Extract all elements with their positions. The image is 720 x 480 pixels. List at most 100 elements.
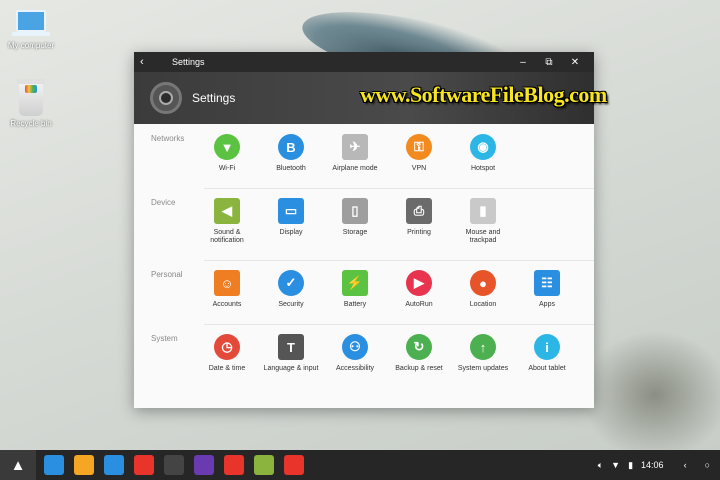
mail-icon[interactable] [104,455,124,475]
section-divider [204,188,594,189]
setting-sound[interactable]: ◀ Sound & notification [196,198,258,245]
setting-label: Battery [343,301,367,308]
setting-label: VPN [411,165,427,172]
video-icon[interactable] [194,455,214,475]
location-icon: ● [470,270,496,296]
setting-mouse[interactable]: ▮ Mouse and trackpad [452,198,514,245]
volume-icon[interactable]: 🔈︎ [598,460,603,471]
setting-battery[interactable]: ⚡ Battery [324,270,386,309]
section-label: Personal [151,270,183,279]
setting-wifi[interactable]: ▼ Wi-Fi [196,134,258,173]
clock-icon: ◷ [214,334,240,360]
setting-label: Wi-Fi [218,165,236,172]
search-app-icon[interactable] [254,455,274,475]
files-icon[interactable] [74,455,94,475]
setting-label: Security [278,301,304,308]
desktop-icon-my-computer[interactable]: My computer [0,10,66,50]
taskbar-apps [36,455,304,475]
section-divider [204,260,594,261]
minimize-icon[interactable]: – [510,57,536,68]
wallpaper-branch [580,330,720,460]
maximize-icon[interactable]: ⧉ [536,57,562,68]
desktop-icon-label: Recycle bin [10,119,52,128]
printer-icon: ⎙ [406,198,432,224]
office-icon[interactable] [134,455,154,475]
screenshot-icon[interactable] [284,455,304,475]
setting-label: Location [469,301,497,308]
setting-label: Accessibility [335,365,375,372]
security-icon: ✓ [278,270,304,296]
setting-accessibility[interactable]: ⚇ Accessibility [324,334,386,373]
setting-label: Airplane mode [332,165,378,172]
setting-security[interactable]: ✓ Security [260,270,322,309]
recycle-bin-icon [17,79,45,116]
vpn-icon: ⚿ [406,134,432,160]
accessibility-icon: ⚇ [342,334,368,360]
hotspot-icon: ◉ [470,134,496,160]
setting-display[interactable]: ▭ Display [260,198,322,237]
clock[interactable]: 14:06 [641,460,664,470]
mouse-icon: ▮ [470,198,496,224]
setting-label: Storage [342,229,368,236]
language-icon: T [278,334,304,360]
setting-update[interactable]: ↑ System updates [452,334,514,373]
setting-location[interactable]: ● Location [452,270,514,309]
setting-language[interactable]: T Language & input [260,334,322,373]
settings-gear-icon [150,82,182,114]
window-titlebar: ‹ Settings – ⧉ ✕ [134,52,594,72]
setting-label: Apps [539,301,555,308]
storage-icon: ▯ [342,198,368,224]
autorun-icon: ▶ [406,270,432,296]
desktop-icon-label: My computer [7,41,55,50]
accounts-icon: ☺ [214,270,240,296]
header-title: Settings [192,91,236,105]
battery-icon: ⚡ [342,270,368,296]
section-label: Networks [151,134,185,143]
setting-info[interactable]: i About tablet [516,334,578,373]
browser-icon[interactable] [44,455,64,475]
back-nav-icon[interactable]: ‹ [684,460,687,470]
system-tray: 🔈︎ ▼ ▮ 14:06 ‹ ○ [594,450,720,480]
bluetooth-icon: B [278,134,304,160]
setting-hotspot[interactable]: ◉ Hotspot [452,134,514,173]
desktop-icon-recycle-bin[interactable]: Recycle bin [0,79,66,128]
wifi-status-icon[interactable]: ▼ [611,460,620,470]
display-icon: ▭ [278,198,304,224]
pdf-icon[interactable] [224,455,244,475]
setting-vpn[interactable]: ⚿ VPN [388,134,450,173]
setting-airplane[interactable]: ✈ Airplane mode [324,134,386,173]
taskbar: ▲ 🔈︎ ▼ ▮ 14:06 ‹ ○ [0,450,720,480]
setting-label: Hotspot [470,165,496,172]
sound-icon: ◀ [214,198,240,224]
setting-clock[interactable]: ◷ Date & time [196,334,258,373]
start-button[interactable]: ▲ [0,450,36,480]
setting-apps[interactable]: ☷ Apps [516,270,578,309]
setting-backup[interactable]: ↻ Backup & reset [388,334,450,373]
home-nav-icon[interactable]: ○ [705,460,710,470]
section-label: Device [151,198,176,207]
info-icon: i [534,334,560,360]
wifi-icon: ▼ [214,134,240,160]
setting-printer[interactable]: ⎙ Printing [388,198,450,237]
back-icon[interactable]: ‹ [140,56,158,68]
start-logo-icon: ▲ [10,456,26,474]
setting-autorun[interactable]: ▶ AutoRun [388,270,450,309]
setting-label: Sound & notification [210,229,244,244]
settings-icon[interactable] [164,455,184,475]
setting-label: Mouse and trackpad [465,229,501,244]
window-title: Settings [172,57,205,67]
update-icon: ↑ [470,334,496,360]
airplane-icon: ✈ [342,134,368,160]
setting-label: About tablet [528,365,566,372]
apps-icon: ☷ [534,270,560,296]
setting-label: Language & input [263,365,319,372]
setting-storage[interactable]: ▯ Storage [324,198,386,237]
setting-label: Accounts [212,301,242,308]
battery-status-icon[interactable]: ▮ [628,460,633,471]
setting-bluetooth[interactable]: B Bluetooth [260,134,322,173]
setting-accounts[interactable]: ☺ Accounts [196,270,258,309]
close-icon[interactable]: ✕ [562,57,588,68]
watermark: www.SoftwareFileBlog.com [360,82,607,107]
backup-icon: ↻ [406,334,432,360]
setting-label: Bluetooth [276,165,306,172]
